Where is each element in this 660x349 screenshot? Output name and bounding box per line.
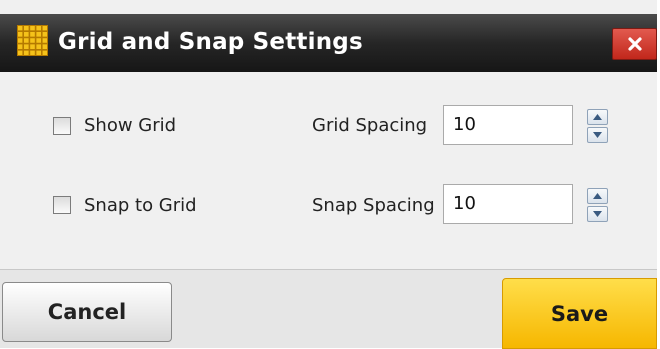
- snap-spacing-stepper: [587, 188, 608, 222]
- snap-spacing-label: Snap Spacing: [312, 195, 435, 216]
- close-icon: [627, 37, 642, 51]
- close-button[interactable]: [612, 28, 657, 60]
- arrow-up-icon: [593, 193, 602, 199]
- arrow-down-icon: [593, 211, 602, 217]
- save-button[interactable]: Save: [502, 278, 657, 349]
- arrow-up-icon: [593, 114, 602, 120]
- show-grid-checkbox[interactable]: [53, 117, 71, 135]
- settings-body: Show Grid Grid Spacing 10 Snap to Grid S…: [0, 72, 657, 269]
- grid-snap-settings-dialog: Grid and Snap Settings Show Grid Grid Sp…: [0, 0, 657, 349]
- show-grid-label: Show Grid: [84, 115, 177, 136]
- grid-icon: [17, 25, 48, 56]
- grid-spacing-input[interactable]: 10: [443, 105, 573, 145]
- cancel-button[interactable]: Cancel: [2, 282, 172, 342]
- dialog-title: Grid and Snap Settings: [58, 29, 363, 55]
- dialog-footer: Cancel Save: [0, 269, 657, 349]
- snap-to-grid-checkbox[interactable]: [53, 196, 71, 214]
- snap-to-grid-label: Snap to Grid: [84, 195, 197, 216]
- snap-spacing-down-button[interactable]: [587, 206, 608, 222]
- grid-spacing-stepper: [587, 109, 608, 143]
- grid-spacing-label: Grid Spacing: [312, 115, 428, 136]
- arrow-down-icon: [593, 132, 602, 138]
- snap-spacing-input[interactable]: 10: [443, 184, 573, 224]
- snap-spacing-up-button[interactable]: [587, 188, 608, 204]
- grid-spacing-down-button[interactable]: [587, 127, 608, 143]
- title-bar: Grid and Snap Settings: [0, 14, 657, 72]
- grid-spacing-up-button[interactable]: [587, 109, 608, 125]
